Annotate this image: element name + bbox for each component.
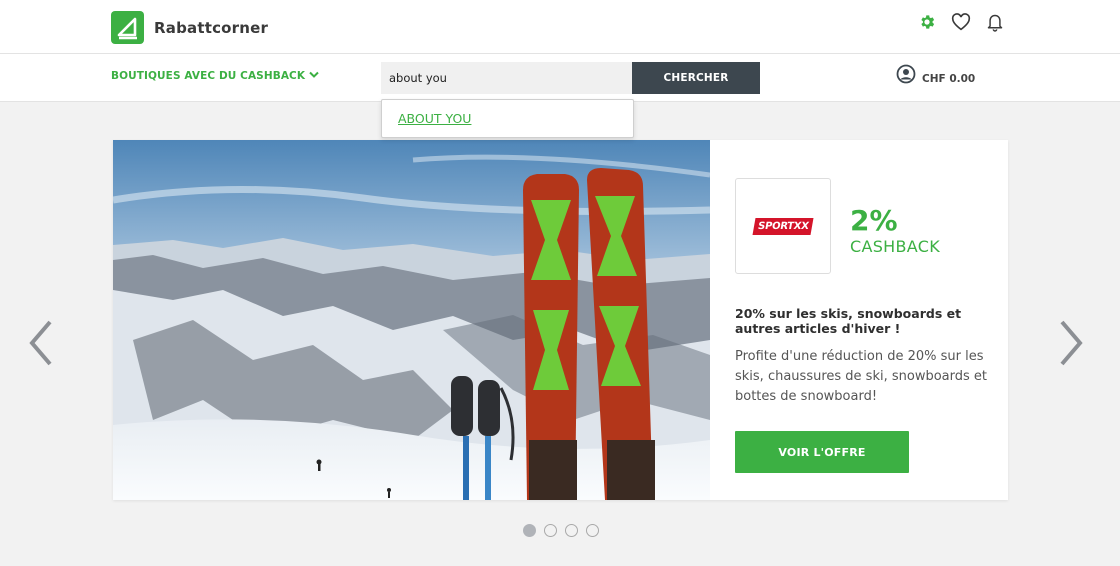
chevron-down-icon (309, 70, 319, 82)
cashback-label: CASHBACK (850, 237, 941, 256)
carousel-next-button[interactable] (1056, 318, 1086, 368)
shop-logo[interactable]: SPORTXX (735, 178, 831, 274)
search-input[interactable] (381, 62, 633, 94)
search-button[interactable]: CHERCHER (632, 62, 760, 94)
heart-icon[interactable] (950, 10, 972, 34)
logo-link[interactable]: Rabattcorner (111, 11, 268, 44)
hero-slide: SPORTXX 2% CASHBACK 20% sur les skis, sn… (113, 140, 1008, 500)
carousel-prev-button[interactable] (26, 318, 56, 368)
shop-logo-text: SPORTXX (752, 217, 814, 235)
account-balance: CHF 0.00 (922, 73, 976, 85)
carousel-dot[interactable] (544, 524, 557, 537)
cashback-percent: 2% (850, 204, 898, 237)
suggestion-item[interactable]: ABOUT YOU (398, 111, 471, 126)
brand-name: Rabattcorner (154, 18, 269, 37)
header-icons (916, 10, 1006, 34)
search-suggestions: ABOUT YOU (381, 99, 634, 138)
shops-dropdown[interactable]: BOUTIQUES AVEC DU CASHBACK (111, 70, 319, 82)
logo-icon (111, 11, 144, 44)
carousel-dots (523, 524, 599, 537)
top-header: Rabattcorner (0, 0, 1120, 54)
nav-bar: BOUTIQUES AVEC DU CASHBACK CHERCHER CHF … (0, 54, 1120, 102)
offer-panel: SPORTXX 2% CASHBACK 20% sur les skis, sn… (710, 140, 1008, 500)
offer-description: Profite d'une réduction de 20% sur les s… (735, 349, 987, 404)
offer-title: 20% sur les skis, snowboards et autres a… (735, 306, 962, 336)
account-menu[interactable]: CHF 0.00 (896, 64, 975, 88)
bell-icon[interactable] (984, 10, 1006, 34)
shops-dropdown-label: BOUTIQUES AVEC DU CASHBACK (111, 70, 306, 82)
carousel-dot[interactable] (523, 524, 536, 537)
carousel-dot[interactable] (565, 524, 578, 537)
view-offer-button[interactable]: VOIR L'OFFRE (735, 431, 909, 473)
hero-image-ski-mountains[interactable] (113, 140, 710, 500)
user-avatar-icon (896, 64, 916, 88)
gear-icon[interactable] (916, 10, 938, 34)
carousel-dot[interactable] (586, 524, 599, 537)
